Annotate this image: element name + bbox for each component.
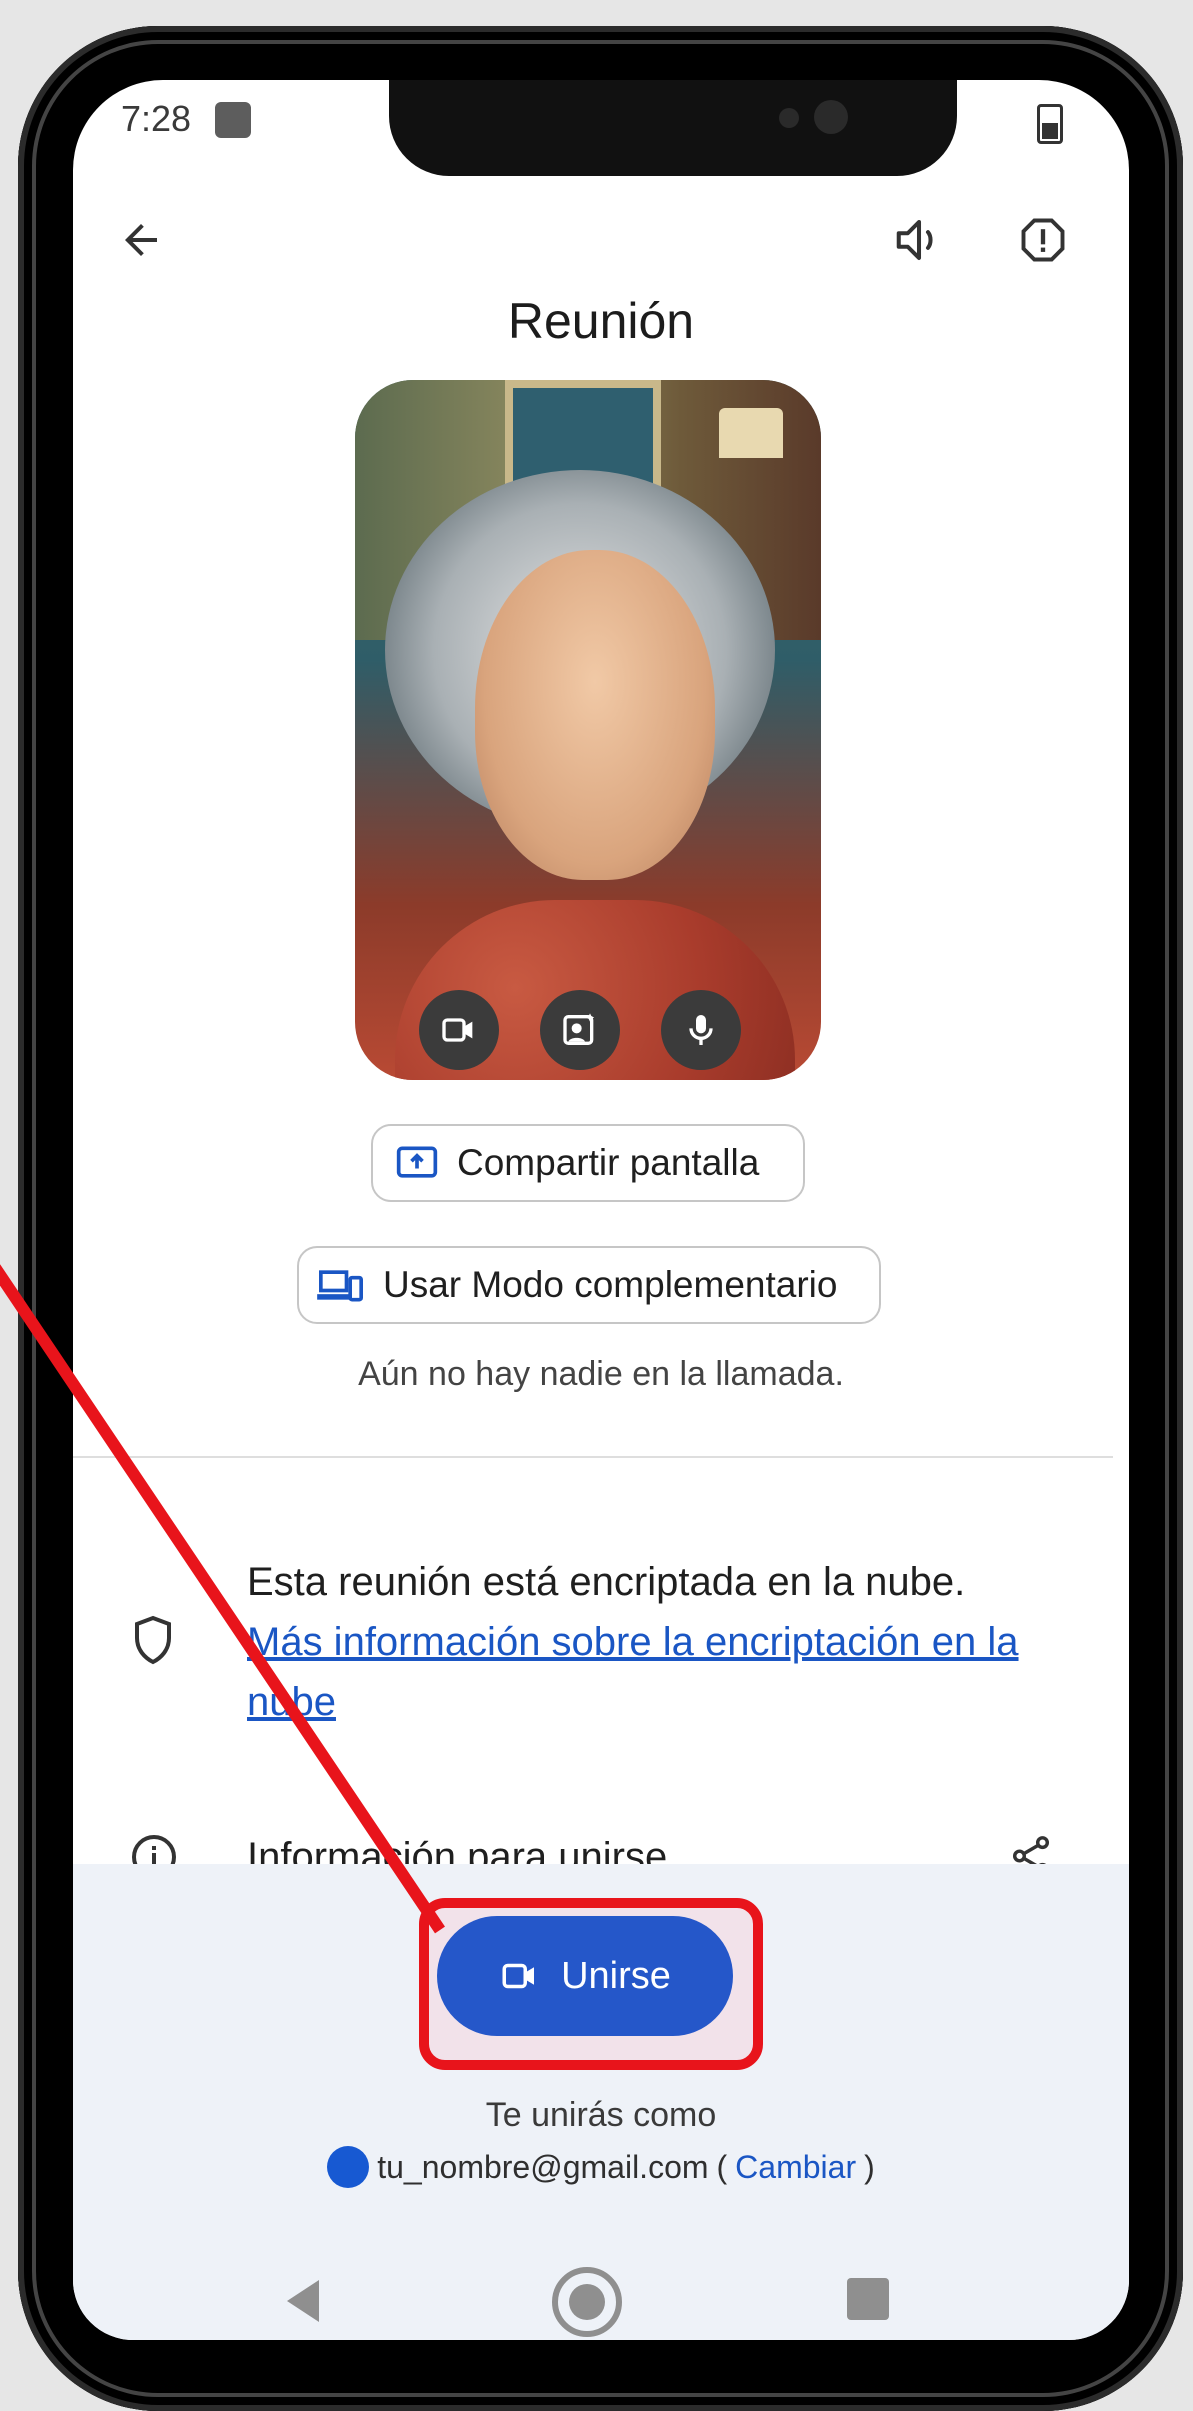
portrait-effects-icon <box>563 1013 595 1045</box>
share-screen-button[interactable]: Compartir pantalla <box>371 1124 805 1202</box>
camera-notch <box>389 80 957 176</box>
battery-icon <box>1037 104 1063 144</box>
nav-back-icon[interactable] <box>283 2276 327 2326</box>
close-paren: ) <box>864 2148 875 2185</box>
status-time: 7:28 <box>121 98 192 139</box>
speaker-button[interactable] <box>879 200 959 280</box>
back-button[interactable] <box>101 200 181 280</box>
shield-icon <box>129 1610 177 1670</box>
companion-mode-button[interactable]: Usar Modo complementario <box>297 1246 881 1324</box>
lamp <box>719 408 783 458</box>
microphone-icon <box>689 1015 713 1045</box>
microphone-toggle-button[interactable] <box>661 990 741 1070</box>
system-navigation-bar <box>73 2258 1129 2340</box>
video-camera-icon <box>502 1963 535 1989</box>
account-line: tu_nombre@gmail.com (Cambiar) <box>73 2146 1129 2188</box>
share-screen-label: Compartir pantalla <box>457 1142 760 1183</box>
effects-button[interactable] <box>540 990 620 1070</box>
front-camera <box>814 100 848 134</box>
person-face <box>475 550 715 880</box>
companion-mode-label: Usar Modo complementario <box>383 1264 838 1305</box>
page-title: Reunión <box>507 293 695 349</box>
self-video-preview <box>355 380 821 1080</box>
encryption-text: Esta reunión está encriptada en la nube. <box>247 1560 966 1604</box>
report-button[interactable] <box>1003 200 1083 280</box>
avatar <box>327 2146 370 2188</box>
join-button[interactable]: Unirse <box>437 1916 733 2036</box>
divider <box>73 1456 1113 1458</box>
sensor-dot <box>779 108 799 128</box>
arrow-left-icon <box>125 224 157 256</box>
encryption-learn-more-link[interactable]: Más información sobre la encriptación en… <box>247 1620 1019 1724</box>
nav-home-icon[interactable] <box>549 2264 625 2340</box>
account-email: tu_nombre@gmail.com <box>377 2148 709 2185</box>
speaker-icon <box>896 219 933 261</box>
joining-as-label: Te unirás como <box>485 2096 717 2134</box>
phone-screen: 7:28 Reunión Compartir pantalla Usar Mod… <box>73 80 1129 2340</box>
encryption-info: Esta reunión está encriptada en la nube.… <box>247 1552 1077 1732</box>
call-status-text: Aún no hay nadie en la llamada. <box>358 1355 844 1393</box>
notification-icon <box>215 102 251 138</box>
camera-toggle-button[interactable] <box>419 990 499 1070</box>
video-camera-icon <box>442 1018 473 1042</box>
report-icon <box>1021 218 1065 262</box>
open-paren: ( <box>716 2148 728 2185</box>
devices-icon <box>317 1270 363 1302</box>
screen-share-icon <box>396 1146 438 1178</box>
join-button-label: Unirse <box>561 1954 671 1997</box>
change-account-link[interactable]: Cambiar <box>735 2149 856 2186</box>
nav-recents-icon[interactable] <box>847 2278 889 2320</box>
